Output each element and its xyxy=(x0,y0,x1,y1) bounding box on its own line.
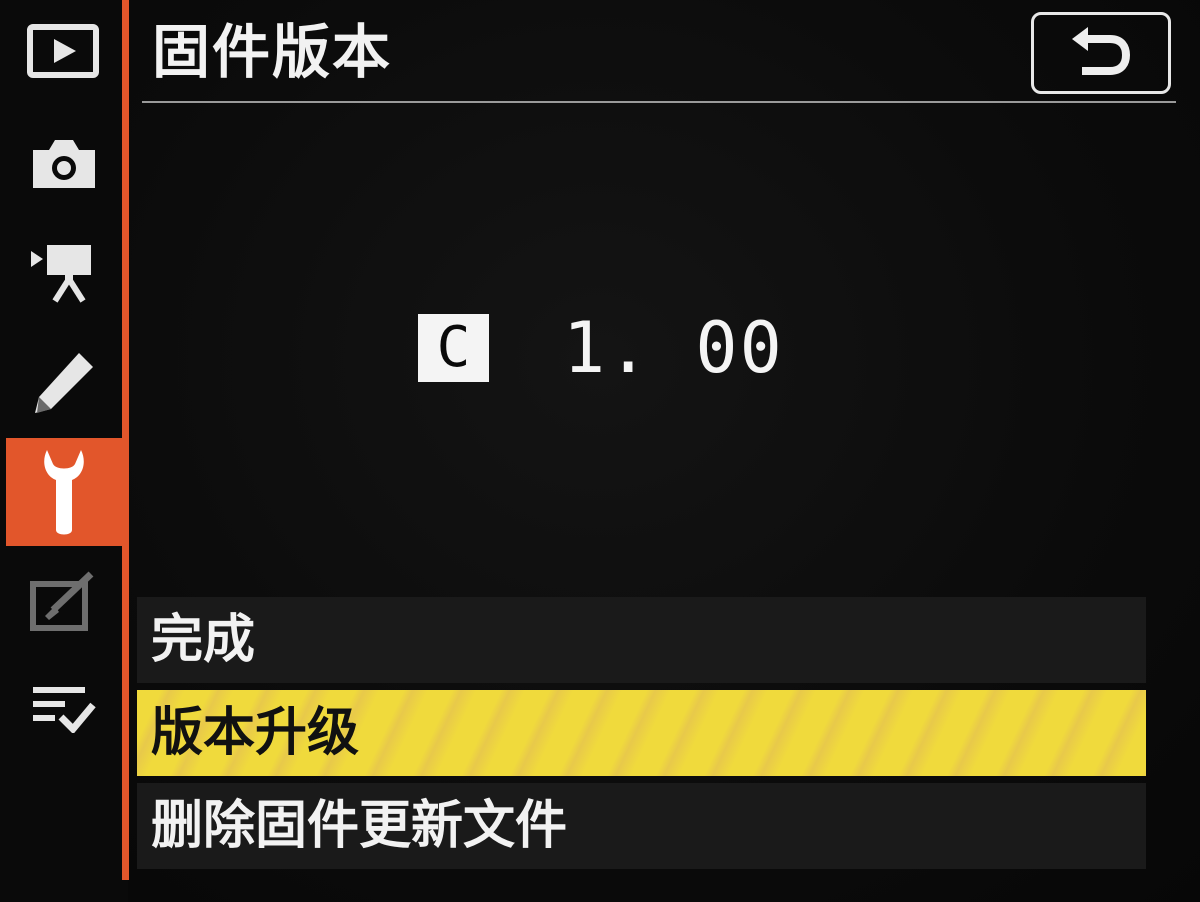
return-arrow-icon xyxy=(1072,27,1131,75)
firmware-version-number: 1. 00 xyxy=(563,307,784,389)
menu-item-label: 删除固件更新文件 xyxy=(151,796,568,856)
tab-setup[interactable] xyxy=(6,438,122,546)
menu-item-label: 版本升级 xyxy=(151,703,360,763)
firmware-version-row: C 1. 00 xyxy=(418,312,784,384)
back-button[interactable] xyxy=(1031,12,1171,94)
camera-menu-screen: 固件版本 C 1. 00 完成 版本升级 删除固件更新文件 xyxy=(0,0,1200,902)
camera-icon xyxy=(33,140,95,188)
tab-my-menu[interactable] xyxy=(6,654,122,762)
menu-item-update-version[interactable]: 版本升级 xyxy=(137,690,1146,776)
playback-icon xyxy=(27,24,99,78)
tab-divider xyxy=(122,0,129,880)
menu-item-label: 完成 xyxy=(151,610,256,670)
page-title: 固件版本 xyxy=(152,18,393,86)
my-menu-icon xyxy=(33,687,96,733)
firmware-type-badge: C xyxy=(418,314,489,382)
tab-custom-settings[interactable] xyxy=(6,328,122,436)
tab-playback[interactable] xyxy=(6,0,122,106)
menu-item-delete-firmware-files[interactable]: 删除固件更新文件 xyxy=(137,783,1146,869)
menu-tab-strip xyxy=(0,0,128,902)
tab-retouch[interactable] xyxy=(6,548,122,656)
pencil-icon xyxy=(35,353,93,413)
wrench-icon xyxy=(44,450,84,535)
retouch-icon xyxy=(30,571,94,631)
tab-photo-shooting[interactable] xyxy=(6,110,122,218)
tab-movie-shooting[interactable] xyxy=(6,218,122,326)
header-divider xyxy=(142,101,1176,103)
menu-item-done[interactable]: 完成 xyxy=(137,597,1146,683)
movie-camera-icon xyxy=(31,245,91,303)
